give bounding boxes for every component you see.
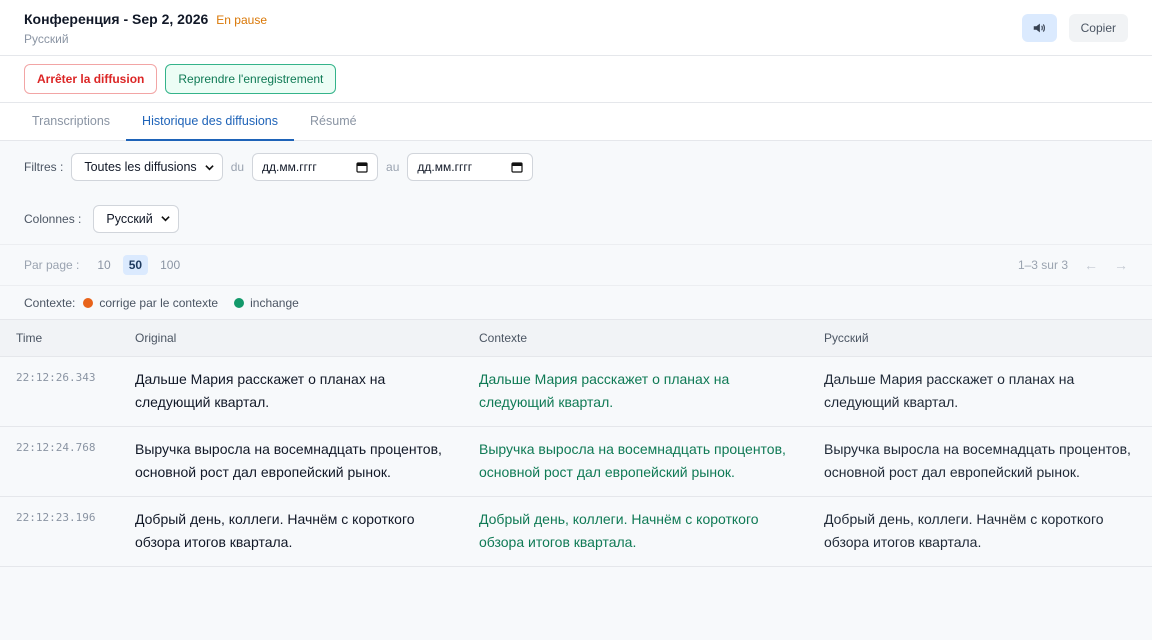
row-time: 22:12:24.768 (16, 441, 96, 454)
row-context: Дальше Мария расскажет о планах на следу… (479, 371, 730, 410)
language-subtitle: Русский (24, 32, 69, 46)
header-info: Конференция - Sep 2, 2026 En pause Русск… (24, 11, 267, 46)
header-original: Original (135, 331, 177, 345)
per-page-label: Par page : (24, 258, 80, 272)
copy-button[interactable]: Copier (1068, 14, 1128, 42)
legend-corrected: corrige par le contexte (83, 296, 218, 310)
tab-broadcast-history[interactable]: Historique des diffusions (126, 103, 295, 141)
corrected-dot (83, 297, 94, 308)
row-context: Выручка выросла на восемнадцать проценто… (479, 441, 786, 480)
tab-transcriptions[interactable]: Transcriptions (16, 103, 126, 141)
calendar-icon[interactable] (511, 161, 524, 173)
speaker-icon (1033, 23, 1046, 33)
broadcast-history-table: Time Original Contexte Русский 22:12:26.… (0, 319, 1152, 567)
pagination-range: 1–3 sur 3 (1017, 258, 1068, 272)
prev-page-button[interactable]: ← (1084, 257, 1098, 273)
columns-label: Colonnes : (24, 211, 82, 226)
to-label: au (386, 160, 400, 174)
legend-unchanged: inchange (234, 296, 299, 310)
columns-value: Русский (106, 211, 153, 226)
chevron-down-icon (161, 216, 170, 222)
unchanged-dot (234, 297, 245, 308)
row-context: Добрый день, коллеги. Начнём с короткого… (479, 511, 759, 550)
row-time: 22:12:23.196 (16, 511, 96, 524)
table-row: 22:12:23.196 Добрый день, коллеги. Начнё… (0, 497, 1152, 567)
row-original: Выручка выросла на восемнадцать проценто… (135, 441, 442, 480)
columns-select[interactable]: Русский (93, 204, 179, 233)
header-time: Time (16, 331, 43, 345)
chevron-down-icon (205, 164, 214, 170)
row-language: Дальше Мария расскажет о планах на следу… (824, 371, 1075, 410)
date-to-placeholder: дд.мм.гггг (417, 160, 473, 174)
context-legend: Contexte: corrige par le contexte inchan… (0, 286, 1152, 319)
row-time: 22:12:26.343 (16, 371, 96, 384)
filters-label: Filtres : (24, 160, 64, 174)
next-page-button[interactable]: → (1114, 257, 1128, 273)
from-label: du (230, 160, 245, 174)
resume-recording-button[interactable]: Reprendre l'enregistrement (165, 64, 337, 94)
broadcast-filter-value: Toutes les diffusions (84, 160, 197, 174)
table-header: Time Original Contexte Русский (0, 319, 1152, 357)
header-context: Contexte (479, 331, 528, 345)
tab-summary[interactable]: Résumé (294, 103, 373, 141)
legend-corrected-label: corrige par le contexte (99, 295, 219, 310)
action-bar: Arrêter la diffusion Reprendre l'enregis… (0, 56, 1152, 103)
tab-bar: Transcriptions Historique des diffusions… (0, 103, 1152, 141)
broadcast-filter-select[interactable]: Toutes les diffusions (71, 153, 223, 181)
row-original: Добрый день, коллеги. Начнём с короткого… (135, 511, 415, 550)
columns-row: Colonnes : Русский (0, 193, 1152, 245)
header: Конференция - Sep 2, 2026 En pause Русск… (0, 0, 1152, 56)
date-from-input[interactable]: дд.мм.гггг (252, 153, 379, 181)
per-page-50[interactable]: 50 (122, 255, 149, 275)
date-to-input[interactable]: дд.мм.гггг (407, 153, 534, 181)
per-page-10[interactable]: 10 (91, 255, 116, 275)
table-row: 22:12:26.343 Дальше Мария расскажет о пл… (0, 357, 1152, 427)
calendar-icon[interactable] (356, 161, 368, 173)
date-from-placeholder: дд.мм.гггг (262, 160, 317, 174)
legend-unchanged-label: inchange (250, 295, 299, 310)
row-language: Выручка выросла на восемнадцать проценто… (824, 441, 1131, 480)
table-row: 22:12:24.768 Выручка выросла на восемнад… (0, 427, 1152, 497)
per-page-100[interactable]: 100 (154, 255, 186, 275)
filters-row: Filtres : Toutes les diffusions du дд.мм… (0, 141, 1152, 193)
page-title: Конференция - Sep 2, 2026 (24, 11, 209, 27)
row-original: Дальше Мария расскажет о планах на следу… (135, 371, 386, 410)
header-language: Русский (824, 331, 869, 345)
app-window: Конференция - Sep 2, 2026 En pause Русск… (0, 0, 1152, 640)
stop-broadcast-button[interactable]: Arrêter la diffusion (24, 64, 158, 94)
legend-label: Contexte: (24, 295, 76, 310)
header-actions: Copier (1021, 14, 1128, 42)
sound-button[interactable] (1021, 14, 1057, 42)
row-language: Добрый день, коллеги. Начнём с короткого… (824, 511, 1104, 550)
pagination-bar: Par page : 10 50 100 1–3 sur 3 ← → (0, 245, 1152, 286)
status-badge: En pause (216, 13, 268, 27)
